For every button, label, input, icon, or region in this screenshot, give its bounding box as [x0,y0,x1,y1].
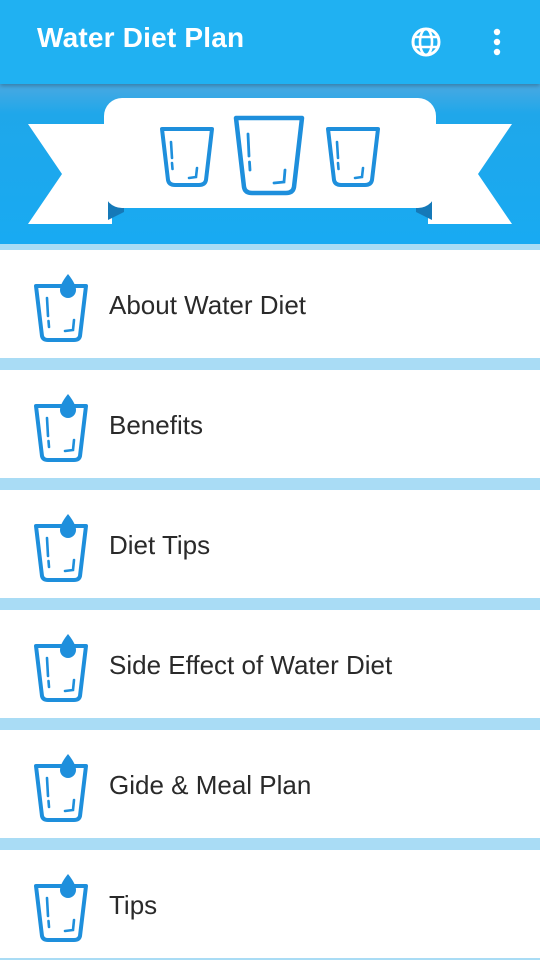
water-glass-icon [34,754,88,822]
menu-item-side-effect[interactable]: Side Effect of Water Diet [0,610,540,718]
water-glass-icon [34,274,88,342]
ribbon-left-tail [28,124,112,224]
overflow-menu-button[interactable] [482,22,512,62]
menu-item-diet-tips[interactable]: Diet Tips [0,490,540,598]
app-bar: Water Diet Plan [0,0,540,84]
menu-item-about-water-diet[interactable]: About Water Diet [0,250,540,358]
glass-icon [326,127,380,187]
glass-icon [233,115,305,196]
menu-item-label: Diet Tips [109,530,211,560]
menu-item-label: Gide & Meal Plan [109,770,312,800]
more-vertical-icon [493,28,501,56]
menu-item-label: Benefits [109,410,203,440]
water-glass-icon [34,634,88,702]
menu-item-label: Side Effect of Water Diet [109,650,393,680]
menu-item-benefits[interactable]: Benefits [0,370,540,478]
menu-item-label: About Water Diet [109,290,307,320]
water-glass-icon [34,394,88,462]
menu-item-tips[interactable]: Tips [0,850,540,958]
language-button[interactable] [406,22,446,62]
water-glass-icon [34,874,88,942]
ribbon-right-tail [428,124,512,224]
globe-icon [411,27,441,57]
menu-item-label: Tips [109,890,158,920]
menu-item-guide-meal-plan[interactable]: Gide & Meal Plan [0,730,540,838]
header-banner [0,84,540,244]
ribbon-banner [28,98,512,224]
glass-icon [160,127,214,187]
water-glass-icon [34,514,88,582]
app-title: Water Diet Plan [37,22,245,53]
